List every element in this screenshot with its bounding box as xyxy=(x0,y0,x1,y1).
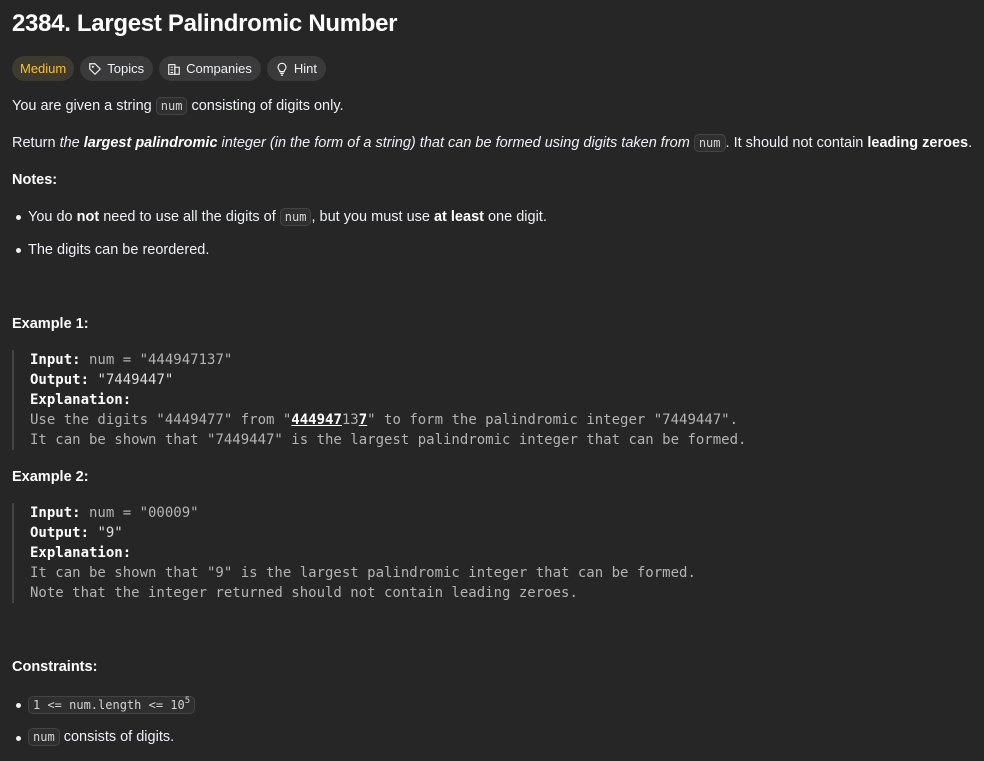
inline-code: 1 <= num.length <= 105 xyxy=(28,696,196,714)
bullet-dot xyxy=(16,736,21,741)
inline-code: num xyxy=(155,97,188,115)
bullet-dot xyxy=(16,703,21,708)
note-item: The digits can be reordered. xyxy=(28,242,210,258)
bullet-dot xyxy=(16,248,21,253)
example-heading: Example 1: xyxy=(12,316,89,332)
tag-bar: Medium Topics Companies Hint xyxy=(12,56,326,81)
companies-label: Companies xyxy=(186,61,252,76)
inline-code: num xyxy=(279,208,312,226)
notes-heading: Notes: xyxy=(12,172,58,188)
tag-icon xyxy=(89,62,102,75)
lightbulb-icon xyxy=(277,62,287,76)
intro-paragraph: You are given a string num consisting of… xyxy=(12,97,344,115)
inline-code: num xyxy=(693,134,726,152)
hint-tag[interactable]: Hint xyxy=(266,56,326,81)
example-block: Input: num = "00009" Output: "9" Explana… xyxy=(12,503,696,603)
note-item: You do not need to use all the digits of… xyxy=(28,208,547,226)
topics-label: Topics xyxy=(107,61,145,76)
constraint-item: num consists of digits. xyxy=(28,728,174,746)
inline-code: num xyxy=(28,728,60,746)
bullet-dot xyxy=(16,215,21,220)
return-paragraph: Return the largest palindromic integer (… xyxy=(12,134,973,152)
problem-description: 2384. Largest Palindromic Number Medium … xyxy=(0,0,984,761)
problem-title: 2384. Largest Palindromic Number xyxy=(12,10,398,37)
building-icon xyxy=(168,63,180,75)
example-block: Input: num = "444947137" Output: "744944… xyxy=(12,350,746,450)
constraints-heading: Constraints: xyxy=(12,659,98,675)
topics-tag[interactable]: Topics xyxy=(80,56,154,81)
constraint-item: 1 <= num.length <= 105 xyxy=(28,696,196,714)
hint-label: Hint xyxy=(293,61,317,76)
companies-tag[interactable]: Companies xyxy=(159,56,261,81)
difficulty-badge: Medium xyxy=(12,56,75,81)
example-heading: Example 2: xyxy=(12,469,89,485)
